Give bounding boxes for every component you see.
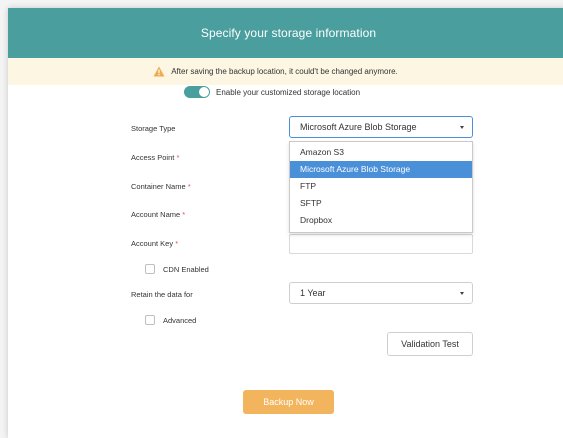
option-dropbox[interactable]: Dropbox	[290, 212, 472, 229]
advanced-checkbox[interactable]	[145, 315, 155, 325]
cdn-enabled-row: CDN Enabled	[145, 264, 209, 274]
cdn-enabled-checkbox[interactable]	[145, 264, 155, 274]
cdn-enabled-label: CDN Enabled	[163, 264, 209, 274]
container-name-label: Container Name *	[131, 182, 191, 191]
advanced-row: Advanced	[145, 315, 196, 325]
access-point-label: Access Point *	[131, 153, 180, 162]
account-name-label: Account Name *	[131, 210, 186, 219]
chevron-down-icon	[460, 126, 464, 129]
storage-type-select[interactable]: Microsoft Azure Blob Storage	[289, 116, 473, 138]
retain-select[interactable]: 1 Year	[289, 282, 473, 304]
storage-type-value: Microsoft Azure Blob Storage	[300, 122, 417, 132]
storage-dialog: Specify your storage information After s…	[8, 8, 563, 438]
toggle-label: Enable your customized storage location	[216, 87, 361, 97]
custom-storage-toggle[interactable]	[184, 86, 210, 98]
advanced-label: Advanced	[163, 315, 197, 325]
toggle-knob	[199, 87, 209, 97]
warning-triangle-icon	[153, 66, 165, 77]
retain-label: Retain the data for	[131, 290, 193, 299]
option-azure-blob[interactable]: Microsoft Azure Blob Storage	[290, 161, 472, 178]
dialog-header: Specify your storage information	[8, 8, 563, 58]
warning-banner: After saving the backup location, it cou…	[8, 58, 563, 85]
dialog-title: Specify your storage information	[200, 26, 377, 40]
account-key-input[interactable]	[289, 234, 473, 254]
option-ftp[interactable]: FTP	[290, 178, 472, 195]
account-key-label: Account Key *	[131, 239, 179, 248]
chevron-down-icon	[460, 292, 464, 295]
validation-test-button[interactable]: Validation Test	[387, 332, 473, 356]
retain-value: 1 Year	[300, 288, 326, 298]
storage-type-label: Storage Type	[131, 124, 176, 133]
storage-type-dropdown: Amazon S3 Microsoft Azure Blob Storage F…	[289, 141, 473, 233]
warning-text: After saving the backup location, it cou…	[171, 67, 398, 76]
backup-now-button[interactable]: Backup Now	[243, 390, 334, 414]
custom-storage-toggle-row: Enable your customized storage location	[184, 86, 360, 98]
option-sftp[interactable]: SFTP	[290, 195, 472, 212]
option-amazon-s3[interactable]: Amazon S3	[290, 144, 472, 161]
